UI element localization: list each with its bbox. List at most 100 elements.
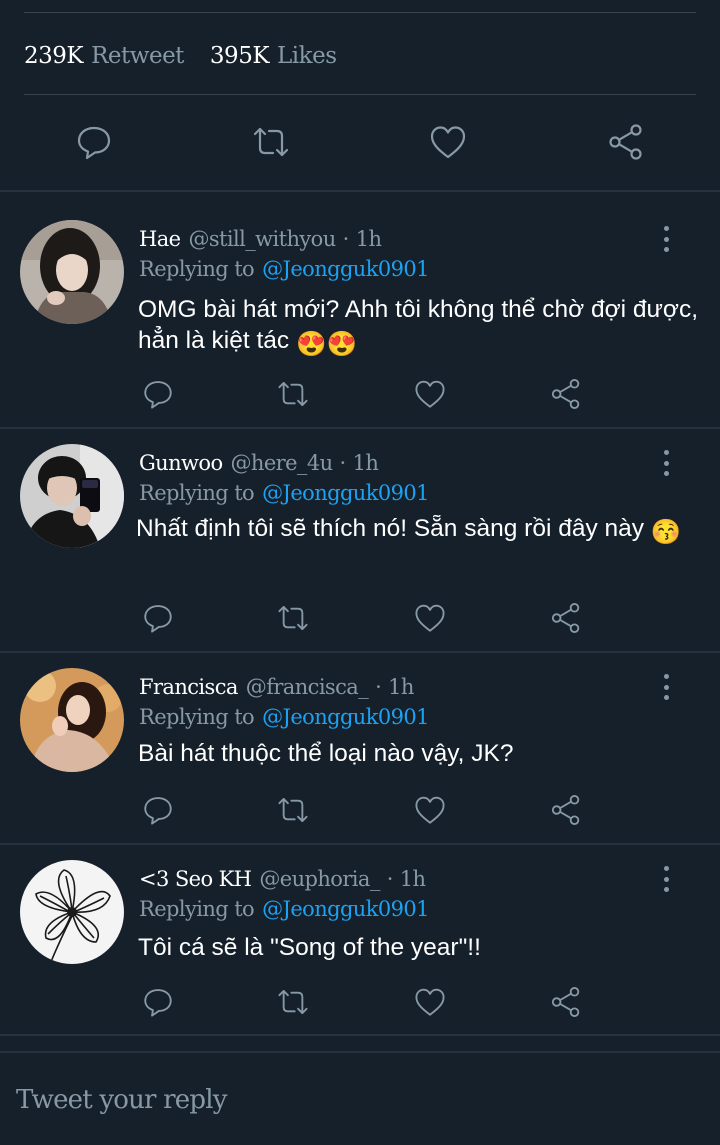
like-button[interactable] (410, 790, 450, 830)
retweet-button[interactable] (273, 790, 313, 830)
like-button[interactable] (424, 118, 472, 166)
user-handle[interactable]: @still_withyou (188, 227, 336, 251)
tweet-stats: 239K Retweet 395K Likes (24, 38, 337, 74)
retweet-button[interactable] (273, 598, 313, 638)
reply-icon (144, 381, 172, 409)
display-name[interactable]: Hae (139, 227, 181, 251)
reply-header: Hae @still_withyou · 1h (139, 224, 382, 254)
reply-button[interactable] (70, 118, 118, 166)
divider (0, 1034, 720, 1036)
reply-text-body: OMG bài hát mới? Ahh tôi không thể chờ đ… (138, 296, 699, 354)
reply-text: OMG bài hát mới? Ahh tôi không thể chờ đ… (138, 294, 708, 360)
timestamp: 1h (352, 451, 379, 475)
avatar[interactable] (20, 668, 124, 772)
reply-action-bar (0, 374, 720, 414)
retweet-icon (278, 606, 308, 630)
more-options-icon[interactable] (652, 224, 680, 254)
retweet-icon (278, 798, 308, 822)
share-button[interactable] (546, 982, 586, 1022)
replying-to-label: Replying to (139, 897, 255, 921)
divider (0, 843, 720, 845)
replying-to: Replying to @Jeongguk0901 (139, 894, 430, 924)
retweets-label[interactable]: Retweet (91, 43, 184, 69)
reply-text-body: Nhất định tôi sẽ thích nó! Sẵn sàng rồi … (136, 515, 645, 542)
reply-text: Bài hát thuộc thể loại nào vậy, JK? (138, 740, 514, 767)
retweet-icon (278, 382, 308, 406)
like-icon (415, 988, 445, 1016)
display-name[interactable]: Francisca (139, 675, 238, 699)
separator-dot: · (342, 227, 350, 251)
replying-to-label: Replying to (139, 705, 255, 729)
replying-to: Replying to @Jeongguk0901 (139, 702, 430, 732)
share-icon (551, 795, 580, 825)
like-button[interactable] (410, 982, 450, 1022)
likes-count[interactable]: 395K (210, 43, 270, 69)
retweet-icon (253, 127, 289, 157)
replying-to-link[interactable]: @Jeongguk0901 (262, 705, 429, 729)
timestamp: 1h (399, 867, 426, 891)
avatar[interactable] (20, 860, 124, 964)
replying-to-label: Replying to (139, 257, 255, 281)
separator-dot: · (339, 451, 347, 475)
user-handle[interactable]: @francisca_ (246, 675, 369, 699)
timestamp: 1h (388, 675, 414, 699)
reply-header: Gunwoo @here_4u · 1h (139, 448, 379, 478)
display-name[interactable]: Gunwoo (139, 451, 223, 475)
retweet-icon (278, 990, 308, 1014)
reply-text: Tôi cá sẽ là "Song of the year"!! (138, 934, 481, 961)
replying-to-label: Replying to (139, 481, 255, 505)
more-options-icon[interactable] (652, 864, 680, 894)
share-button[interactable] (546, 374, 586, 414)
share-icon (609, 124, 642, 160)
replying-to-link[interactable]: @Jeongguk0901 (262, 481, 429, 505)
timestamp: 1h (355, 227, 382, 251)
replying-to-link[interactable]: @Jeongguk0901 (262, 897, 429, 921)
user-handle[interactable]: @here_4u (231, 451, 334, 475)
tweet-action-bar (0, 118, 720, 170)
display-name[interactable]: <3 Seo KH (139, 867, 252, 891)
retweet-button[interactable] (247, 118, 295, 166)
share-button[interactable] (602, 118, 650, 166)
reply-text: Nhất định tôi sẽ thích nó! Sẵn sàng rồi … (136, 513, 706, 548)
like-button[interactable] (410, 374, 450, 414)
share-button[interactable] (546, 790, 586, 830)
divider (24, 12, 696, 13)
retweet-button[interactable] (273, 982, 313, 1022)
reply-action-bar (0, 598, 720, 638)
more-options-icon[interactable] (652, 672, 680, 702)
share-icon (551, 603, 580, 633)
separator-dot: · (375, 675, 382, 699)
reply-icon (77, 126, 111, 160)
replying-to-link[interactable]: @Jeongguk0901 (262, 257, 429, 281)
retweets-count[interactable]: 239K (24, 43, 84, 69)
tweet-reply-input[interactable] (16, 1078, 616, 1122)
like-button[interactable] (410, 598, 450, 638)
likes-label[interactable]: Likes (277, 43, 337, 69)
reply-button[interactable] (138, 374, 178, 414)
like-icon (415, 796, 445, 824)
reply-icon (144, 989, 172, 1017)
like-icon (415, 380, 445, 408)
divider (24, 94, 696, 95)
reply-header: Francisca @francisca_ · 1h (139, 672, 414, 702)
separator-dot: · (386, 867, 394, 891)
divider (0, 190, 720, 192)
divider (0, 427, 720, 429)
avatar[interactable] (20, 220, 124, 324)
reply-icon (144, 797, 172, 825)
reply-button[interactable] (138, 598, 178, 638)
share-icon (551, 987, 580, 1017)
retweet-button[interactable] (273, 374, 313, 414)
avatar[interactable] (20, 444, 124, 548)
reply-button[interactable] (138, 982, 178, 1022)
reply-icon (144, 605, 172, 633)
user-handle[interactable]: @euphoria_ (259, 867, 380, 891)
reply-header: <3 Seo KH @euphoria_ · 1h (139, 864, 426, 894)
reply-box-divider (0, 1051, 720, 1053)
share-button[interactable] (546, 598, 586, 638)
replying-to: Replying to @Jeongguk0901 (139, 254, 430, 284)
like-icon (415, 604, 445, 632)
reply-button[interactable] (138, 790, 178, 830)
share-icon (551, 379, 580, 409)
more-options-icon[interactable] (652, 448, 680, 478)
